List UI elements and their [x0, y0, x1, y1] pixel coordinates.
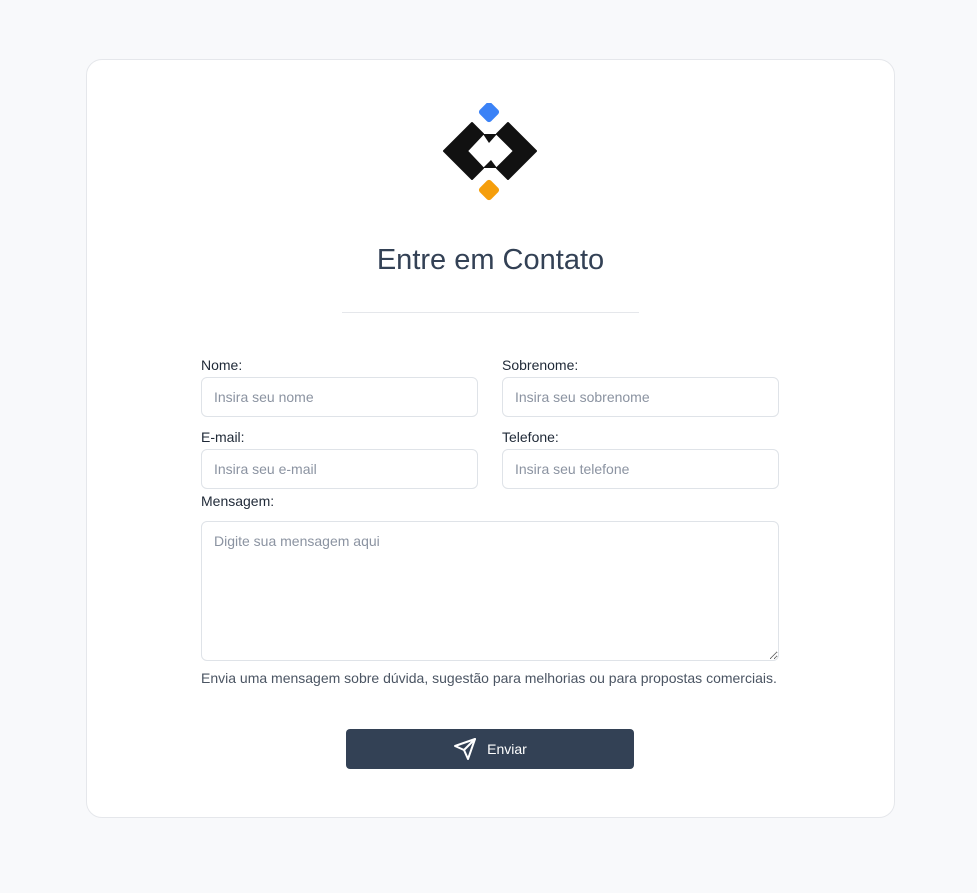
brand-logo-icon [443, 103, 537, 201]
phone-label: Telefone: [502, 429, 559, 445]
message-textarea[interactable] [201, 521, 779, 661]
send-button[interactable]: Enviar [346, 729, 634, 769]
phone-input[interactable] [502, 449, 779, 489]
send-icon [454, 738, 477, 760]
email-label: E-mail: [201, 429, 245, 445]
email-input[interactable] [201, 449, 478, 489]
message-label: Mensagem: [201, 493, 275, 509]
message-hint: Envia uma mensagem sobre dúvida, sugestã… [201, 670, 777, 686]
first-name-input[interactable] [201, 377, 478, 417]
first-name-label: Nome: [201, 357, 243, 373]
send-button-label: Enviar [487, 741, 527, 757]
title-divider [342, 312, 639, 313]
last-name-label: Sobrenome: [502, 357, 579, 373]
page-title: Entre em Contato [376, 244, 605, 276]
contact-card: Entre em Contato Nome: Sobrenome: E-mail… [86, 59, 895, 818]
last-name-input[interactable] [502, 377, 779, 417]
